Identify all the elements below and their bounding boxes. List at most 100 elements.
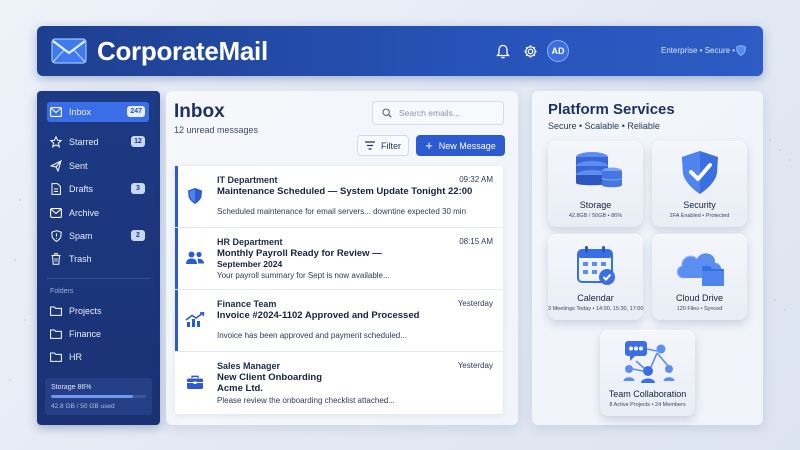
tile-name: Team Collaboration xyxy=(608,389,687,399)
tile-name: Security xyxy=(683,200,716,210)
sidebar-divider xyxy=(47,278,150,279)
envelope-logo-icon xyxy=(51,38,87,64)
sidebar-folder-projects[interactable]: Projects xyxy=(47,301,149,321)
database-icon xyxy=(548,147,643,199)
sidebar-item-drafts[interactable]: Drafts 3 xyxy=(47,179,149,199)
sidebar: Inbox 247 Starred 12 Sent Drafts 3 Archi… xyxy=(37,91,160,425)
unread-summary: 12 unread messages xyxy=(174,125,259,135)
notifications-button[interactable] xyxy=(493,41,513,61)
sidebar-item-trash[interactable]: Trash xyxy=(47,249,149,269)
briefcase-icon xyxy=(185,372,205,392)
message-item[interactable]: Finance Team Yesterday Invoice #2024-110… xyxy=(175,290,503,352)
avatar[interactable]: AD xyxy=(547,40,569,62)
tile-name: Cloud Drive xyxy=(675,293,724,303)
tile-info: 42.8GB / 50GB • 86% xyxy=(568,213,623,219)
tile-name: Calendar xyxy=(577,293,614,303)
sidebar-item-label: Trash xyxy=(69,254,92,264)
team-collaboration-tile[interactable]: Team Collaboration 8 Active Projects • 2… xyxy=(600,330,695,416)
message-sender: Finance Team xyxy=(217,299,277,309)
platform-title: Platform Services xyxy=(548,101,675,118)
calendar-icon xyxy=(548,240,643,292)
message-time: 09:32 AM xyxy=(459,175,493,184)
shield-icon xyxy=(736,45,746,56)
storage-widget: Storage 86% 42.8 GB / 50 GB used xyxy=(45,378,152,415)
brand-name: CorporateMail xyxy=(97,36,268,66)
sidebar-item-label: HR xyxy=(69,352,82,362)
message-subject: New Client Onboarding xyxy=(217,372,323,383)
message-subject: Maintenance Scheduled — System Update To… xyxy=(217,186,473,197)
gear-icon xyxy=(523,44,537,58)
sidebar-item-sent[interactable]: Sent xyxy=(47,156,149,176)
sidebar-folder-hr[interactable]: HR xyxy=(47,347,149,367)
app-header: CorporateMail AD Enterprise • Secure • xyxy=(37,26,763,76)
spam-icon xyxy=(50,230,62,242)
sidebar-item-archive[interactable]: Archive xyxy=(47,203,149,223)
message-preview: Please review the onboarding checklist a… xyxy=(217,396,395,405)
message-sender: HR Department xyxy=(217,237,283,247)
cloud-drive-tile[interactable]: Cloud Drive 120 Files • Synced xyxy=(652,234,747,320)
folder-icon xyxy=(50,305,62,317)
platform-services-panel: Platform Services Secure • Scalable • Re… xyxy=(532,91,763,425)
security-tile[interactable]: Security 2FA Enabled • Protected xyxy=(652,141,747,227)
new-message-button[interactable]: + New Message xyxy=(416,135,505,156)
settings-button[interactable] xyxy=(520,41,540,61)
users-icon xyxy=(185,248,205,268)
message-item[interactable]: Sales Manager Yesterday New Client Onboa… xyxy=(175,352,503,414)
calendar-tile[interactable]: Calendar 3 Meetings Today • 14:00, 15:30… xyxy=(548,234,643,320)
cloud-folder-icon xyxy=(652,240,747,292)
message-subject: Invoice #2024-1102 Approved and Processe… xyxy=(217,310,420,321)
storage-progress-fill xyxy=(51,395,133,398)
message-subject-line-2: Acme Ltd. xyxy=(217,383,263,394)
star-icon xyxy=(50,136,62,148)
platform-subtitle: Secure • Scalable • Reliable xyxy=(548,121,660,131)
new-message-label: New Message xyxy=(438,140,496,151)
tile-info: 2FA Enabled • Protected xyxy=(669,213,730,219)
draft-icon xyxy=(50,183,62,195)
message-sender: IT Department xyxy=(217,175,278,185)
tile-name: Storage xyxy=(579,200,612,210)
filter-label: Filter xyxy=(381,140,401,151)
search-box[interactable] xyxy=(372,101,504,125)
storage-used-text: 42.8 GB / 50 GB used xyxy=(51,403,115,410)
sidebar-folder-finance[interactable]: Finance xyxy=(47,324,149,344)
sidebar-item-label: Finance xyxy=(69,329,102,339)
message-sender: Sales Manager xyxy=(217,361,281,371)
message-item[interactable]: HR Department 08:15 AM Monthly Payroll R… xyxy=(175,228,503,290)
message-list: IT Department 09:32 AM Maintenance Sched… xyxy=(175,166,503,414)
message-time: Yesterday xyxy=(457,299,493,308)
filter-button[interactable]: Filter xyxy=(357,135,409,156)
tile-info: 120 Files • Synced xyxy=(676,306,723,312)
storage-tile[interactable]: Storage 42.8GB / 50GB • 86% xyxy=(548,141,643,227)
search-input[interactable] xyxy=(399,108,499,118)
sidebar-item-label: Spam xyxy=(69,231,93,241)
filter-icon xyxy=(365,141,375,150)
page-title: Inbox xyxy=(174,101,225,122)
sidebar-item-label: Inbox xyxy=(69,107,92,117)
sidebar-item-starred[interactable]: Starred 12 xyxy=(47,132,149,152)
storage-title: Storage 86% xyxy=(51,384,92,391)
storage-progress-bar xyxy=(51,395,146,398)
sidebar-item-label: Archive xyxy=(69,208,100,218)
sidebar-item-label: Sent xyxy=(69,161,88,171)
unread-count-badge: 247 xyxy=(127,106,145,117)
sidebar-item-inbox[interactable]: Inbox 247 xyxy=(47,102,149,122)
message-item[interactable]: IT Department 09:32 AM Maintenance Sched… xyxy=(175,166,503,228)
folder-icon xyxy=(50,328,62,340)
shield-icon xyxy=(185,186,205,206)
send-icon xyxy=(50,160,62,172)
sidebar-item-spam[interactable]: Spam 2 xyxy=(47,226,149,246)
team-network-icon xyxy=(600,336,695,388)
message-subject-line-2: September 2024 xyxy=(217,259,283,269)
inbox-icon xyxy=(50,106,62,118)
enterprise-status: Enterprise • Secure • xyxy=(661,46,736,55)
count-badge: 3 xyxy=(131,183,145,194)
trash-icon xyxy=(50,253,62,265)
search-icon xyxy=(382,108,392,118)
count-badge: 2 xyxy=(131,230,145,241)
message-time: 08:15 AM xyxy=(459,237,493,246)
shield-check-icon xyxy=(652,147,747,199)
archive-icon xyxy=(50,207,62,219)
folder-icon xyxy=(50,351,62,363)
plus-icon: + xyxy=(425,138,433,153)
message-preview: Your payroll summary for Sept is now ava… xyxy=(217,271,390,280)
